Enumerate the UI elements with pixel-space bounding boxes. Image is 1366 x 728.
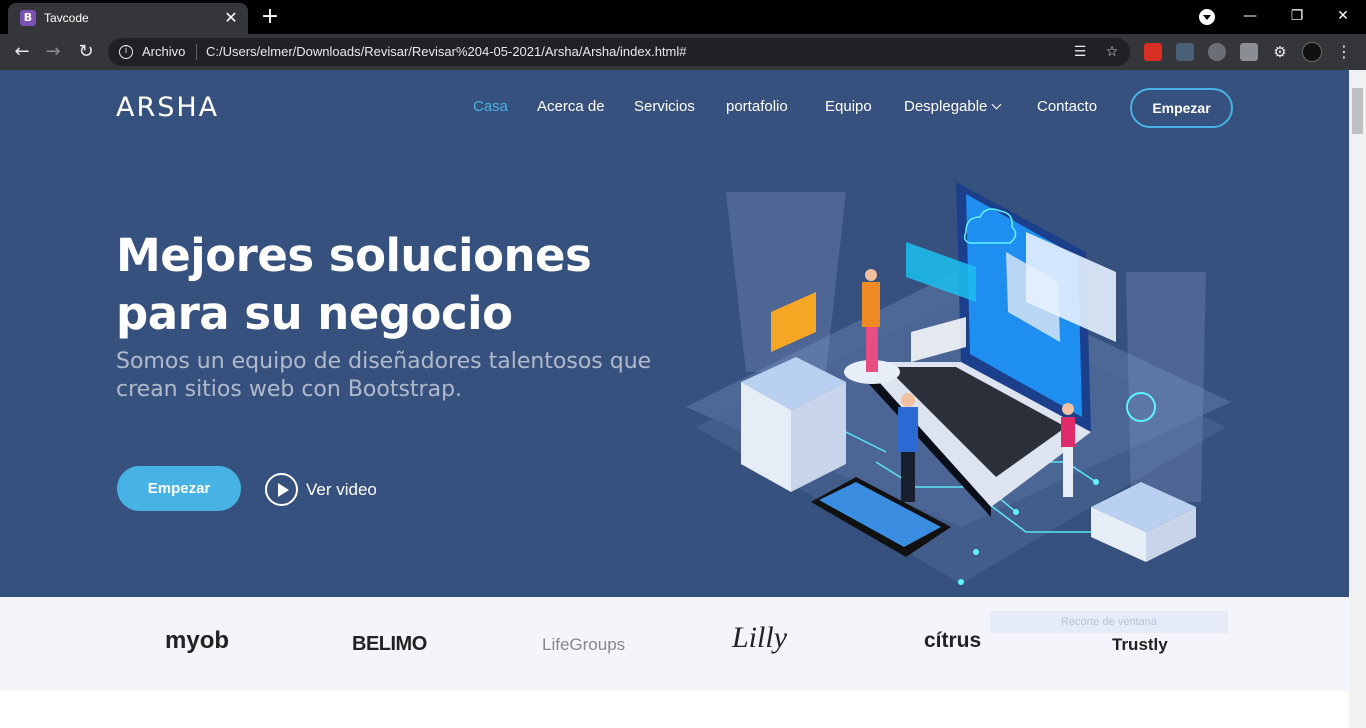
nav-servicios[interactable]: Servicios <box>634 98 695 115</box>
page-scrollbar[interactable] <box>1349 70 1366 728</box>
hero-title: Mejores soluciones para su negocio <box>116 229 592 340</box>
bootstrap-favicon-icon: B <box>20 10 36 26</box>
info-icon[interactable]: i <box>119 45 133 59</box>
profile-avatar[interactable] <box>1302 42 1322 62</box>
new-tab-button[interactable]: + <box>258 5 282 29</box>
watch-video-link[interactable]: Ver video <box>306 480 377 500</box>
hero-start-button[interactable]: Empezar <box>117 466 241 511</box>
close-tab-icon[interactable]: ✕ <box>222 9 240 27</box>
site-logo[interactable]: ARSHA <box>116 92 219 123</box>
tab-search-icon[interactable] <box>1199 9 1215 25</box>
play-video-icon[interactable] <box>265 473 298 506</box>
hero-illustration <box>686 182 1231 585</box>
clients-section: myob BELIMO LifeGroups Lilly cítrus Trus… <box>0 597 1349 691</box>
client-logo-belimo: BELIMO <box>352 633 427 655</box>
nav-casa[interactable]: Casa <box>473 98 508 115</box>
chevron-down-icon <box>991 99 1002 110</box>
next-section <box>0 691 1349 728</box>
nav-get-started-button[interactable]: Empezar <box>1130 88 1233 128</box>
tab-title: Tavcode <box>44 11 89 25</box>
page-viewport: ARSHA Casa Acerca de Servicios portafoli… <box>0 70 1349 728</box>
tab-bar: B Tavcode ✕ + — ❐ ✕ <box>0 0 1366 34</box>
nav-portafolio[interactable]: portafolio <box>726 98 788 115</box>
hero-section: ARSHA Casa Acerca de Servicios portafoli… <box>0 70 1349 597</box>
forward-arrow-icon[interactable]: → <box>41 40 65 64</box>
window-close-icon[interactable]: ✕ <box>1323 4 1363 28</box>
url-text[interactable]: C:/Users/elmer/Downloads/Revisar/Revisar… <box>206 44 686 59</box>
bookmark-star-icon[interactable]: ☆ <box>1102 42 1122 62</box>
address-bar[interactable]: i Archivo C:/Users/elmer/Downloads/Revis… <box>108 38 1130 66</box>
hero-subtitle: Somos un equipo de diseñadores talentoso… <box>116 349 652 402</box>
client-logo-lilly: Lilly <box>732 621 788 654</box>
restore-icon[interactable]: ❐ <box>1277 4 1317 28</box>
nav-desplegable[interactable]: Desplegable <box>904 98 1002 115</box>
extension-cat-icon[interactable] <box>1208 43 1226 61</box>
nav-acerca-de[interactable]: Acerca de <box>537 98 605 115</box>
nav-contacto[interactable]: Contacto <box>1037 98 1097 115</box>
extension-dots-icon[interactable] <box>1176 43 1194 61</box>
reload-icon[interactable]: ↻ <box>74 40 98 64</box>
browser-toolbar: ← → ↻ i Archivo C:/Users/elmer/Downloads… <box>0 34 1366 70</box>
extensions-puzzle-icon[interactable]: ⚙ <box>1271 43 1289 61</box>
client-logo-myob: myob <box>165 627 230 654</box>
minimize-icon[interactable]: — <box>1230 4 1270 28</box>
browser-tab[interactable]: B Tavcode ✕ <box>8 3 248 34</box>
back-arrow-icon[interactable]: ← <box>10 40 34 64</box>
extension-m-icon[interactable] <box>1144 43 1162 61</box>
client-logo-citrus: cítrus <box>924 629 982 652</box>
omnibox-separator <box>196 44 197 60</box>
snipping-overlay: Recorte de ventana <box>990 611 1228 633</box>
nav-equipo[interactable]: Equipo <box>825 98 872 115</box>
translate-icon[interactable]: ☰ <box>1070 42 1090 62</box>
browser-menu-icon[interactable]: ⋮ <box>1332 40 1356 64</box>
omnibox-label: Archivo <box>142 44 186 59</box>
extension-pdf-icon[interactable] <box>1240 43 1258 61</box>
nav-desplegable-label: Desplegable <box>904 98 988 115</box>
client-logo-lifegroups: LifeGroups <box>542 635 626 654</box>
client-logo-trustly: Trustly <box>1112 635 1168 654</box>
scrollbar-thumb[interactable] <box>1352 88 1363 134</box>
